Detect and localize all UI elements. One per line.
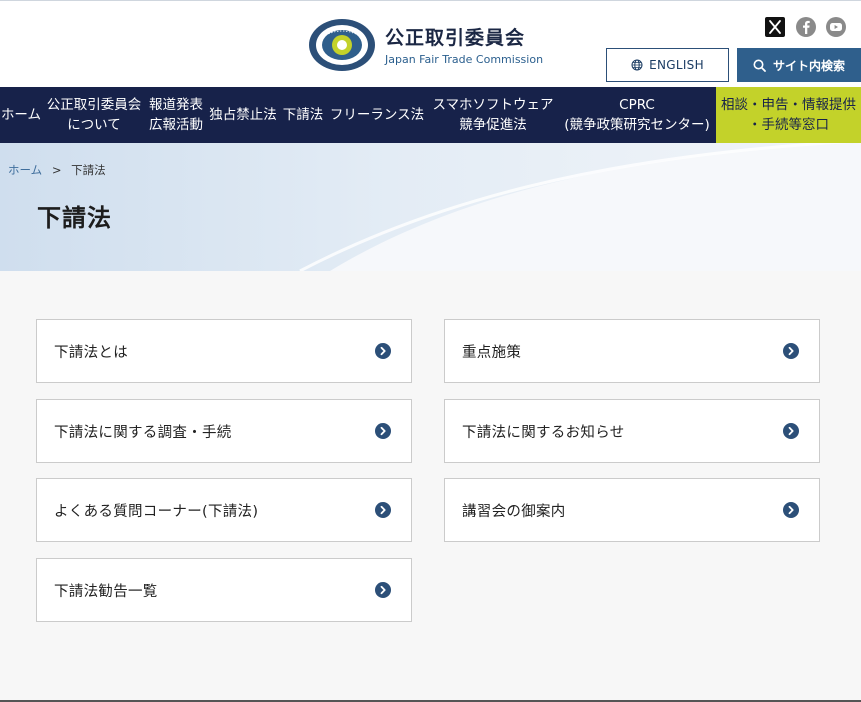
page-hero — [0, 143, 861, 271]
card-label: 下請法とは — [54, 344, 128, 361]
nav-item-smartphone[interactable]: スマホソフトウェア 競争促進法 — [428, 87, 558, 143]
link-card-recommendations[interactable]: 下請法勧告一覧 — [36, 558, 412, 622]
card-label: 下請法勧告一覧 — [54, 583, 158, 600]
nav-item-label: 広報活動 — [149, 117, 203, 133]
card-label: 講習会の御案内 — [462, 503, 566, 520]
nav-item-label: ホーム — [0, 107, 42, 123]
nav-item-label: について — [67, 117, 121, 133]
nav-item-cprc[interactable]: CPRC (競争政策研究センター) — [558, 87, 716, 143]
nav-item-label: スマホソフトウェア — [432, 97, 554, 113]
nav-item-label: 競争促進法 — [459, 117, 527, 133]
site-search-button[interactable]: サイト内検索 — [737, 48, 861, 82]
search-icon — [753, 59, 766, 72]
nav-item-press[interactable]: 報道発表 広報活動 — [146, 87, 206, 143]
nav-item-label: 公正取引委員会 — [46, 97, 142, 113]
chevron-right-circle-icon — [375, 502, 391, 518]
link-card-priority-measures[interactable]: 重点施策 — [444, 319, 820, 383]
chevron-right-circle-icon — [375, 343, 391, 359]
english-button[interactable]: ENGLISH — [606, 48, 729, 82]
link-card-seminars[interactable]: 講習会の御案内 — [444, 478, 820, 542]
x-icon[interactable] — [764, 16, 786, 38]
nav-item-consultation[interactable]: 相談・申告・情報提供 ・手続等窓口 — [716, 87, 861, 143]
card-label: 重点施策 — [462, 344, 522, 361]
global-nav: ホーム 公正取引委員会 について 報道発表 広報活動 独占禁止法 下請法 フリー… — [0, 87, 861, 143]
card-label: 下請法に関するお知らせ — [462, 424, 625, 441]
org-name-jp[interactable]: 公正取引委員会 — [385, 23, 525, 50]
nav-item-subcontract[interactable]: 下請法 — [280, 87, 326, 143]
nav-item-label: 下請法 — [282, 107, 324, 123]
link-card-notices[interactable]: 下請法に関するお知らせ — [444, 399, 820, 463]
nav-item-label: フリーランス法 — [329, 107, 425, 123]
hero-swoosh-decoration — [299, 143, 861, 271]
org-name-en[interactable]: Japan Fair Trade Commission — [385, 53, 543, 66]
chevron-right-circle-icon — [783, 423, 799, 439]
nav-item-label: ・手続等窓口 — [748, 117, 829, 133]
english-button-label: ENGLISH — [649, 58, 704, 72]
nav-item-about[interactable]: 公正取引委員会 について — [42, 87, 146, 143]
nav-item-label: 相談・申告・情報提供 — [721, 97, 856, 113]
page-title: 下請法 — [37, 204, 112, 232]
card-label: よくある質問コーナー(下請法) — [54, 503, 259, 520]
chevron-right-circle-icon — [783, 343, 799, 359]
site-search-label: サイト内検索 — [772, 58, 845, 73]
nav-item-label: 独占禁止法 — [209, 107, 277, 123]
card-label: 下請法に関する調査・手続 — [54, 424, 232, 441]
chevron-right-circle-icon — [375, 423, 391, 439]
nav-item-label: (競争政策研究センター) — [564, 117, 710, 133]
jftc-emblem-logo[interactable] — [308, 18, 376, 72]
breadcrumb: ホーム > 下請法 — [8, 162, 106, 178]
breadcrumb-separator: > — [51, 163, 62, 177]
facebook-icon[interactable] — [795, 16, 817, 38]
breadcrumb-current: 下請法 — [71, 163, 106, 177]
youtube-icon[interactable] — [825, 16, 847, 38]
nav-item-label: CPRC — [619, 97, 655, 113]
chevron-right-circle-icon — [375, 582, 391, 598]
link-card-about-act[interactable]: 下請法とは — [36, 319, 412, 383]
chevron-right-circle-icon — [783, 502, 799, 518]
link-card-investigation[interactable]: 下請法に関する調査・手続 — [36, 399, 412, 463]
nav-item-antimonopoly[interactable]: 独占禁止法 — [206, 87, 280, 143]
nav-item-home[interactable]: ホーム — [0, 87, 42, 143]
link-card-faq[interactable]: よくある質問コーナー(下請法) — [36, 478, 412, 542]
site-header: 公正取引委員会 Japan Fair Trade Commission ENGL… — [0, 0, 861, 88]
nav-item-label: 報道発表 — [149, 97, 203, 113]
breadcrumb-home-link[interactable]: ホーム — [8, 163, 42, 177]
globe-icon — [631, 59, 643, 71]
nav-item-freelance[interactable]: フリーランス法 — [326, 87, 428, 143]
